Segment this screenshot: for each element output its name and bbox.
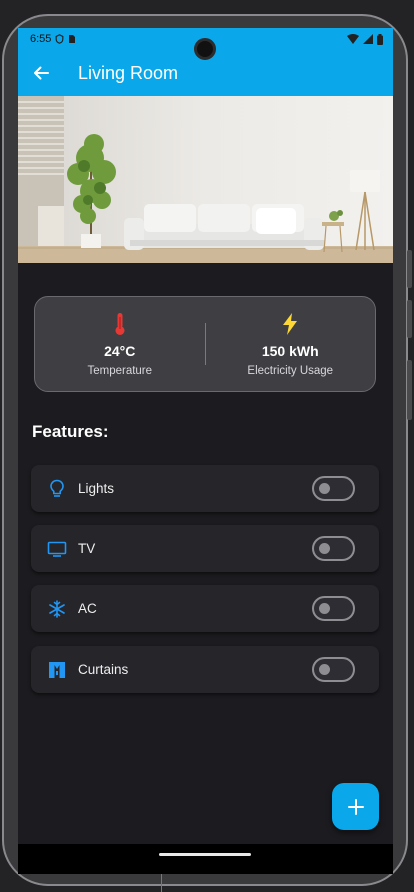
page-title: Living Room: [78, 62, 179, 83]
electricity-label: Electricity Usage: [247, 365, 334, 377]
feature-ac[interactable]: AC: [31, 585, 379, 632]
lightbulb-icon: [50, 479, 64, 497]
arrow-back-icon: [34, 66, 49, 80]
ac-toggle[interactable]: [312, 596, 355, 621]
volume-button: [407, 250, 412, 288]
lights-toggle[interactable]: [312, 476, 355, 501]
volume-button-2: [407, 300, 412, 338]
snowflake-icon: [49, 599, 65, 618]
signal-icon: [363, 34, 373, 44]
room-image: [18, 96, 393, 263]
toggle-knob: [319, 543, 330, 554]
feature-curtains[interactable]: Curtains: [31, 646, 379, 693]
camera-cutout: [194, 38, 216, 60]
feature-tv[interactable]: TV: [31, 525, 379, 572]
feature-label: Curtains: [78, 662, 129, 677]
battery-icon: [377, 33, 383, 45]
features-heading: Features:: [32, 422, 109, 441]
lightning-bolt-icon: [283, 313, 298, 335]
home-indicator[interactable]: [159, 853, 251, 856]
shield-icon: [56, 34, 64, 44]
feature-label: AC: [78, 601, 97, 616]
wifi-icon: [347, 34, 359, 44]
toggle-knob: [319, 603, 330, 614]
room-stats-card: 24°C Temperature 150 kWh Electricity Usa…: [34, 296, 376, 392]
power-button: [407, 360, 412, 420]
back-button[interactable]: [18, 50, 64, 96]
feature-label: TV: [78, 541, 96, 556]
toggle-knob: [319, 664, 330, 675]
tv-icon: [47, 541, 67, 557]
toggle-knob: [319, 483, 330, 494]
temperature-label: Temperature: [87, 365, 153, 377]
plus-icon: [347, 798, 364, 815]
feature-label: Lights: [78, 481, 115, 496]
system-nav-bar: [18, 844, 393, 874]
tv-toggle[interactable]: [312, 536, 355, 561]
screen: 6:55 Living Room 24°C Temperature 150 kW…: [18, 28, 393, 874]
sim-card-icon: [69, 35, 76, 43]
frame-stem: [161, 874, 162, 892]
electricity-value: 150 kWh: [261, 343, 319, 359]
temperature-stat: 24°C Temperature: [35, 297, 205, 391]
feature-lights[interactable]: Lights: [31, 465, 379, 512]
curtains-toggle[interactable]: [312, 657, 355, 682]
status-time: 6:55: [30, 33, 52, 45]
add-feature-button[interactable]: [332, 783, 379, 830]
temperature-value: 24°C: [104, 343, 136, 359]
thermometer-icon: [115, 313, 125, 335]
curtains-icon: [49, 661, 65, 678]
electricity-stat: 150 kWh Electricity Usage: [206, 297, 376, 391]
